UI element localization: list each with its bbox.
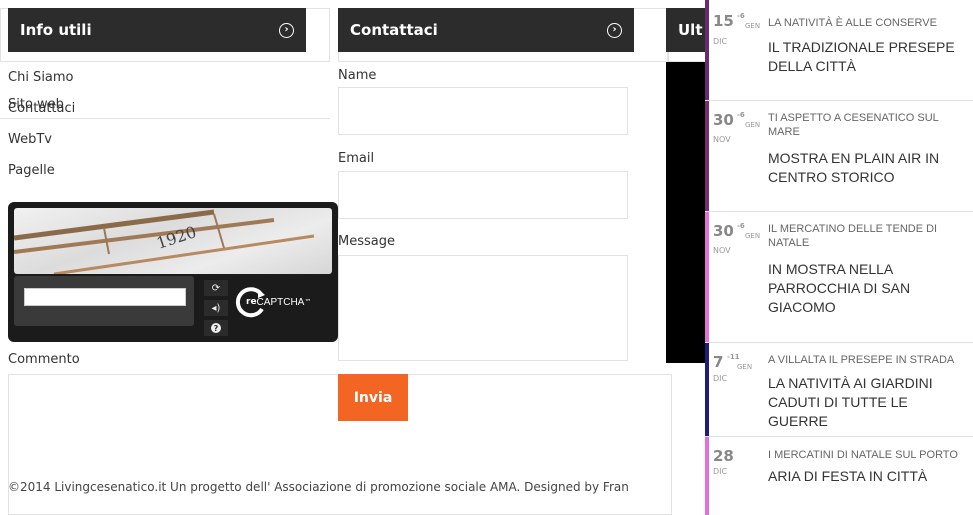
event-subtitle[interactable]: IL MERCATINO DELLE TENDE DI NATALE bbox=[768, 222, 968, 250]
captcha-image: 1920 bbox=[14, 208, 332, 274]
event-color-bar bbox=[705, 212, 709, 342]
event-title[interactable]: IN MOSTRA NELLA PARROCCHIA DI SAN GIACOM… bbox=[768, 260, 968, 317]
event-title[interactable]: LA NATIVITÀ AI GIARDINI CADUTI DI TUTTE … bbox=[768, 374, 968, 431]
event-day: 28 bbox=[713, 447, 734, 465]
event-day: 30 bbox=[713, 222, 734, 240]
info-box-title: Info utili bbox=[20, 21, 92, 39]
message-label: Message bbox=[338, 234, 395, 249]
event-month: NOV bbox=[713, 135, 731, 144]
captcha-audio-icon[interactable]: ◂) bbox=[204, 300, 228, 316]
event-sup-mon: GEN bbox=[745, 121, 761, 129]
event-sup-num: -6 bbox=[737, 111, 745, 119]
event-item[interactable]: 30 -6 GEN NOV TI ASPETTO A CESENATICO SU… bbox=[705, 101, 973, 212]
event-month: DIC bbox=[713, 467, 728, 476]
event-subtitle[interactable]: LA NATIVITÀ È ALLE CONSERVE bbox=[768, 16, 968, 30]
link-pagelle[interactable]: Pagelle bbox=[8, 163, 55, 178]
event-subtitle[interactable]: TI ASPETTO A CESENATICO SUL MARE bbox=[768, 111, 968, 139]
arrow-right-circle-icon[interactable]: › bbox=[607, 22, 622, 38]
link-contattaci[interactable]: Contattaci bbox=[8, 101, 75, 116]
info-row-outline bbox=[0, 118, 330, 119]
event-day: 30 bbox=[713, 111, 734, 129]
event-day: 15 bbox=[713, 12, 734, 30]
event-subtitle[interactable]: I MERCATINI DI NATALE SUL PORTO bbox=[768, 448, 968, 462]
event-item[interactable]: 15 -6 GEN DIC LA NATIVITÀ È ALLE CONSERV… bbox=[705, 0, 973, 101]
event-month: DIC bbox=[713, 37, 728, 46]
arrow-right-circle-icon[interactable]: › bbox=[279, 22, 294, 38]
recaptcha-widget: 1920 ⟳ ◂) ? re CAPTCHA ™ bbox=[8, 202, 338, 342]
third-box-header[interactable]: Ult bbox=[666, 8, 706, 52]
event-sup-mon: GEN bbox=[745, 232, 761, 240]
comment-label: Commento bbox=[8, 352, 80, 367]
recaptcha-brand: CAPTCHA bbox=[256, 296, 305, 308]
event-color-bar bbox=[705, 0, 709, 100]
footer-copyright: ©2014 Livingcesenatico.it Un progetto de… bbox=[8, 480, 629, 494]
event-sup-mon: GEN bbox=[737, 363, 753, 371]
event-sup-mon: GEN bbox=[745, 22, 761, 30]
submit-button[interactable]: Invia bbox=[338, 374, 408, 421]
message-textarea[interactable] bbox=[338, 255, 628, 361]
captcha-help-icon[interactable]: ? bbox=[204, 320, 228, 336]
event-day: 7 bbox=[713, 353, 724, 371]
event-sup-num: -6 bbox=[737, 12, 745, 20]
third-box-title: Ult bbox=[678, 21, 703, 39]
event-item[interactable]: 30 -6 GEN NOV IL MERCATINO DELLE TENDE D… bbox=[705, 212, 973, 343]
event-title[interactable]: MOSTRA EN PLAIN AIR IN CENTRO STORICO bbox=[768, 149, 968, 187]
third-box-media bbox=[666, 62, 706, 363]
events-list: 15 -6 GEN DIC LA NATIVITÀ È ALLE CONSERV… bbox=[705, 0, 973, 515]
event-color-bar bbox=[705, 101, 709, 211]
event-month: DIC bbox=[713, 374, 728, 383]
email-input[interactable] bbox=[338, 171, 628, 219]
event-item[interactable]: 7 -11 GEN DIC A VILLALTA IL PRESEPE IN S… bbox=[705, 343, 973, 437]
event-sup-num: -11 bbox=[727, 353, 740, 361]
recaptcha-trademark: ™ bbox=[304, 298, 312, 306]
link-chi-siamo[interactable]: Chi Siamo bbox=[8, 70, 74, 85]
event-sup-num: -6 bbox=[737, 222, 745, 230]
link-webtv[interactable]: WebTv bbox=[8, 132, 52, 147]
captcha-response-input[interactable] bbox=[24, 288, 186, 306]
event-subtitle[interactable]: A VILLALTA IL PRESEPE IN STRADA bbox=[768, 353, 968, 367]
recaptcha-logo: re CAPTCHA ™ bbox=[234, 282, 334, 322]
event-color-bar bbox=[705, 343, 709, 436]
event-title[interactable]: ARIA DI FESTA IN CITTÀ bbox=[768, 467, 968, 486]
contact-box-header[interactable]: Contattaci › bbox=[338, 8, 634, 52]
contact-box-title: Contattaci bbox=[350, 21, 438, 39]
event-item[interactable]: 28 DIC I MERCATINI DI NATALE SUL PORTO A… bbox=[705, 437, 973, 515]
info-box-header[interactable]: Info utili › bbox=[8, 8, 306, 52]
email-label: Email bbox=[338, 151, 375, 166]
name-input[interactable] bbox=[338, 87, 628, 135]
recaptcha-brand-prefix: re bbox=[246, 297, 257, 307]
event-color-bar bbox=[705, 437, 709, 515]
captcha-refresh-icon[interactable]: ⟳ bbox=[204, 280, 228, 296]
name-label: Name bbox=[338, 68, 377, 83]
event-title[interactable]: IL TRADIZIONALE PRESEPE DELLA CITTÀ bbox=[768, 38, 968, 76]
event-month: NOV bbox=[713, 246, 731, 255]
